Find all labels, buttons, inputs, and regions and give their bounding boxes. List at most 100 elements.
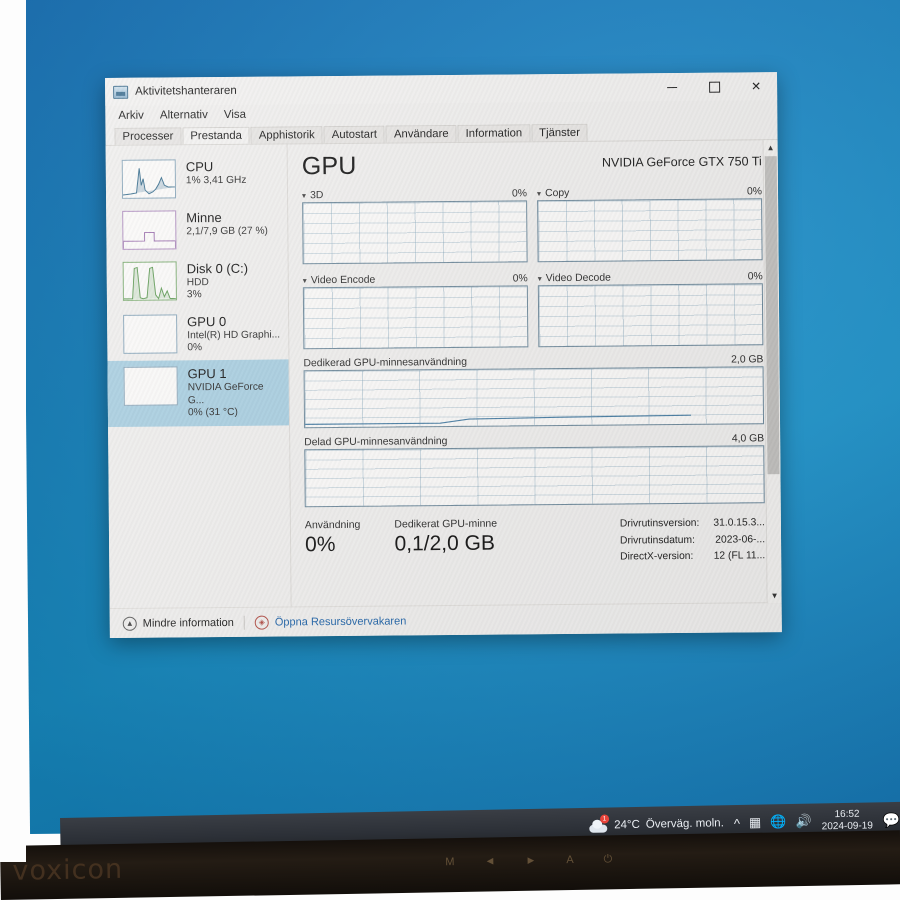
tab-autostart[interactable]: Autostart [323, 125, 386, 144]
sidebar-sub-cpu: 1% 3,41 GHz [185, 174, 247, 187]
task-manager-window: Aktivitetshanteraren ✕ Arkiv Alternativ … [105, 72, 782, 638]
window-controls: ✕ [651, 72, 777, 101]
engine-video-decode-value: 0% [747, 271, 763, 283]
stat-dedicated-memory: Dedikerat GPU-minne 0,1/2,0 GB [394, 518, 497, 569]
engine-video-encode-graph [302, 285, 529, 350]
chevron-down-icon[interactable]: ▾ [303, 276, 307, 285]
chevron-up-circle-icon: ▲ [122, 616, 137, 631]
maximize-button[interactable] [693, 73, 735, 101]
disk-mini-graph [122, 261, 177, 301]
taskbar-clock[interactable]: 16:52 2024-09-19 [821, 808, 873, 833]
meet-now-icon[interactable]: ▦ [749, 815, 762, 831]
task-manager-icon [113, 85, 129, 99]
sidebar-item-gpu0[interactable]: GPU 0 Intel(R) HD Graphi... 0% [107, 307, 288, 361]
gpu0-mini-graph [123, 314, 178, 354]
tab-processer[interactable]: Processer [114, 127, 182, 145]
engine-copy-graph [537, 198, 763, 263]
sidebar-item-disk0[interactable]: Disk 0 (C:) HDD 3% [107, 254, 288, 308]
chevron-up-icon[interactable]: ^ [734, 815, 740, 830]
stat-usage: Användning 0% [305, 519, 361, 569]
tab-anvandare[interactable]: Användare [385, 124, 457, 143]
scroll-up-arrow-icon[interactable]: ▲ [764, 140, 778, 155]
driver-date-value: 2023-06-... [715, 533, 766, 546]
engine-3d: ▾ 3D 0% [302, 188, 528, 265]
engine-copy: ▾ Copy 0% [537, 186, 763, 263]
taskbar-weather-widget[interactable]: 1 24°C Överväg. moln. [588, 814, 724, 833]
osd-auto-button[interactable]: A [566, 854, 574, 867]
osd-right-button[interactable]: ► [525, 855, 536, 868]
tab-prestanda[interactable]: Prestanda [182, 126, 250, 145]
cloud-icon: 1 [588, 814, 610, 833]
resource-monitor-label: Öppna Resursövervakaren [274, 614, 407, 629]
sidebar-sub-gpu1-usage: 0% (31 °C) [187, 407, 238, 419]
sidebar-item-gpu1[interactable]: GPU 1 NVIDIA GeForce G... 0% (31 °C) [107, 359, 290, 427]
memory-mini-graph [122, 210, 177, 250]
gpu-model-name: NVIDIA GeForce GTX 750 Ti [601, 154, 762, 170]
engine-graph-row-1: ▾ 3D 0% ▾ Copy 0% [302, 186, 763, 265]
system-tray: ^ ▦ 🌐 🔊 [734, 814, 812, 831]
driver-date-label: Drivrutinsdatum: [619, 534, 695, 547]
engine-3d-graph [302, 200, 528, 265]
gpu-detail-panel: GPU NVIDIA GeForce GTX 750 Ti ▾ 3D 0% ▾ … [288, 140, 782, 606]
chevron-down-icon[interactable]: ▾ [537, 189, 541, 198]
engine-video-decode-label: Video Decode [545, 272, 611, 285]
stat-usage-label: Användning [304, 518, 361, 532]
sidebar-item-minne[interactable]: Minne 2,1/7,9 GB (27 %) [106, 203, 287, 256]
scroll-down-arrow-icon[interactable]: ▼ [767, 588, 781, 603]
chevron-down-icon[interactable]: ▾ [538, 274, 542, 283]
engine-video-decode: ▾ Video Decode 0% [538, 271, 764, 348]
osd-left-button[interactable]: ◄ [484, 855, 495, 868]
less-information-link[interactable]: ▲ Mindre information [122, 615, 234, 631]
dedicated-memory-section: Dedikerad GPU-minnesanvändning 2,0 GB [303, 354, 765, 429]
dedicated-memory-label: Dedikerad GPU-minnesanvändning [303, 356, 468, 370]
sidebar-sub-gpu1-model: NVIDIA GeForce G... [187, 381, 264, 407]
gpu-header: GPU NVIDIA GeForce GTX 750 Ti [302, 150, 762, 180]
window-footer: ▲ Mindre information ◈ Öppna Resursöverv… [109, 602, 782, 638]
minimize-button[interactable] [651, 73, 693, 101]
shared-memory-graph [304, 445, 765, 508]
network-icon[interactable]: 🌐 [770, 814, 786, 830]
volume-icon[interactable]: 🔊 [795, 814, 811, 830]
close-button[interactable]: ✕ [735, 72, 777, 100]
tab-tjanster[interactable]: Tjänster [531, 123, 589, 142]
chevron-down-icon[interactable]: ▾ [302, 191, 306, 200]
sidebar-item-cpu[interactable]: CPU 1% 3,41 GHz [106, 152, 287, 205]
resource-monitor-icon: ◈ [254, 615, 269, 630]
sidebar-sub-gpu0-usage: 0% [187, 342, 203, 354]
sidebar-sub-disk0-type: HDD [186, 276, 209, 289]
scrollbar-thumb[interactable] [764, 156, 780, 475]
cpu-mini-graph [121, 159, 177, 199]
stat-usage-value: 0% [304, 533, 336, 557]
footer-divider [243, 615, 245, 630]
tab-apphistorik[interactable]: Apphistorik [250, 126, 323, 144]
engine-copy-value: 0% [746, 186, 763, 198]
directx-version-value: 12 (FL 11... [713, 550, 766, 563]
sidebar-label-gpu0: GPU 0 [187, 313, 227, 330]
engine-3d-value: 0% [511, 188, 528, 200]
menu-item-visa[interactable]: Visa [224, 109, 246, 121]
menu-item-arkiv[interactable]: Arkiv [118, 110, 144, 122]
osd-menu-button[interactable]: M [445, 856, 454, 869]
sidebar-label-minne: Minne [186, 209, 222, 226]
window-title: Aktivitetshanteraren [135, 84, 237, 98]
shared-memory-label: Delad GPU-minnesanvändning [304, 436, 448, 449]
notification-badge: 1 [599, 814, 610, 824]
tab-information[interactable]: Information [457, 124, 531, 142]
notification-center-icon[interactable]: 💬 [883, 811, 900, 828]
engine-video-encode-value: 0% [512, 273, 528, 285]
engine-3d-label: 3D [310, 190, 324, 202]
taskbar-time: 16:52 [834, 808, 860, 821]
engine-video-encode: ▾ Video Encode 0% [302, 273, 529, 350]
driver-version-label: Drivrutinsversion: [619, 517, 700, 530]
photo-left-margin [0, 0, 26, 862]
resource-monitor-link[interactable]: ◈ Öppna Resursövervakaren [254, 614, 407, 630]
driver-info: Drivrutinsversion: Drivrutinsdatum: Dire… [620, 515, 766, 566]
less-information-label: Mindre information [142, 616, 234, 630]
engine-video-encode-label: Video Encode [310, 274, 376, 287]
osd-power-button[interactable]: ⏻ [604, 853, 613, 866]
driver-version-value: 31.0.15.3... [713, 517, 765, 529]
menu-item-alternativ[interactable]: Alternativ [160, 109, 208, 121]
shared-memory-max: 4,0 GB [731, 433, 765, 445]
window-titlebar: Aktivitetshanteraren ✕ [105, 72, 778, 106]
photograph-of-monitor: Aktivitetshanteraren ✕ Arkiv Alternativ … [0, 0, 900, 900]
